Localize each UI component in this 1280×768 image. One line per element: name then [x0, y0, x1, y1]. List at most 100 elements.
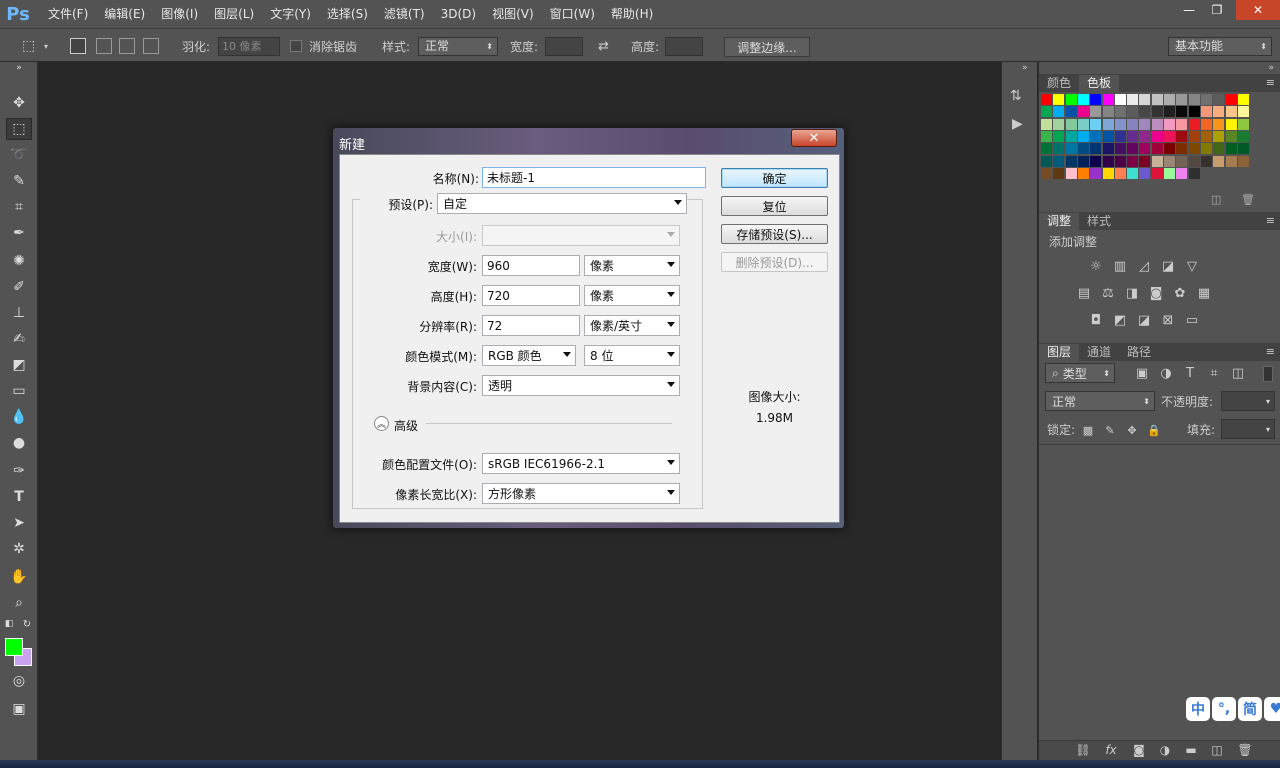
gradient-map-icon[interactable]: ▭ [1183, 312, 1201, 328]
color-swatch[interactable] [1102, 155, 1114, 167]
color-swatch[interactable] [1065, 130, 1077, 142]
path-select-tool-icon[interactable]: ➤ [6, 512, 32, 534]
color-swatch[interactable] [1213, 130, 1225, 142]
color-swatch[interactable] [1200, 106, 1212, 118]
color-swatch[interactable] [1139, 118, 1151, 130]
color-swatch[interactable] [1151, 118, 1163, 130]
color-swatch[interactable] [1213, 94, 1225, 105]
color-swatch[interactable] [1151, 155, 1163, 167]
color-swatch[interactable] [1114, 106, 1126, 118]
color-swatch[interactable] [1213, 143, 1225, 155]
tab-swatches[interactable]: 色板 [1079, 75, 1120, 92]
color-swatch[interactable] [1188, 106, 1200, 118]
lock-all-icon[interactable]: 🔒 [1145, 422, 1163, 438]
color-swatch[interactable] [1041, 118, 1052, 130]
color-swatch[interactable] [1176, 94, 1188, 105]
menu-item-select[interactable]: 选择(S) [319, 0, 376, 28]
color-swatch[interactable] [1127, 118, 1139, 130]
menu-item-window[interactable]: 窗口(W) [542, 0, 603, 28]
color-swatch[interactable] [1164, 106, 1175, 118]
color-swatch[interactable] [1041, 143, 1052, 155]
color-swatch[interactable] [1041, 130, 1052, 142]
toolbar-collapse-icon[interactable]: » [6, 62, 32, 74]
fill-input[interactable]: ▾ [1221, 419, 1275, 439]
delete-swatch-icon[interactable]: 🗑 [1241, 193, 1255, 206]
foreground-color-swatch[interactable] [5, 638, 23, 656]
color-swatch[interactable] [1077, 118, 1089, 130]
color-swatch[interactable] [1114, 143, 1126, 155]
color-swatch[interactable] [1188, 130, 1200, 142]
dialog-close-button[interactable]: ✕ [791, 129, 837, 147]
color-swatch[interactable] [1053, 106, 1065, 118]
color-swatch[interactable] [1213, 155, 1225, 167]
color-swatch[interactable] [1200, 155, 1212, 167]
color-swatch[interactable] [1114, 155, 1126, 167]
zoom-tool-icon[interactable]: ⌕ [6, 592, 32, 614]
color-swatch[interactable] [1090, 106, 1102, 118]
quick-mask-icon[interactable]: ◎ [6, 670, 32, 692]
color-swatch[interactable] [1176, 167, 1188, 179]
channel-mixer-icon[interactable]: ✿ [1171, 285, 1189, 301]
exposure-icon[interactable]: ◪ [1159, 258, 1177, 274]
menu-item-image[interactable]: 图像(I) [153, 0, 206, 28]
color-swatch[interactable] [1102, 94, 1114, 105]
height-input[interactable]: 720 [482, 285, 580, 306]
history-brush-tool-icon[interactable]: ✍ [6, 328, 32, 350]
color-swatch[interactable] [1188, 118, 1200, 130]
color-swatch[interactable] [1053, 155, 1065, 167]
color-swatch[interactable] [1114, 167, 1126, 179]
invert-icon[interactable]: ◘ [1087, 312, 1105, 328]
color-swatch[interactable] [1200, 94, 1212, 105]
color-swatch[interactable] [1114, 130, 1126, 142]
hue-saturation-icon[interactable]: ▤ [1075, 285, 1093, 301]
color-swatch[interactable] [1077, 167, 1089, 179]
color-swatch[interactable] [1041, 94, 1052, 105]
ime-skin-button[interactable]: ♥ [1264, 697, 1280, 721]
color-swatch[interactable] [1188, 143, 1200, 155]
height-unit-select[interactable]: 像素 [584, 285, 680, 306]
color-swatch[interactable] [1164, 167, 1175, 179]
color-swatch[interactable] [1077, 106, 1089, 118]
clone-stamp-tool-icon[interactable]: ⊥ [6, 302, 32, 324]
filter-pixel-icon[interactable]: ▣ [1133, 365, 1151, 381]
color-swatch[interactable] [1188, 167, 1200, 179]
healing-brush-tool-icon[interactable]: ✺ [6, 250, 32, 272]
minimize-button[interactable]: — [1174, 0, 1204, 20]
color-swatch[interactable] [1090, 94, 1102, 105]
swap-colors-icon[interactable]: ↻ [20, 618, 34, 630]
color-swatch[interactable] [1188, 94, 1200, 105]
default-colors-icon[interactable]: ◧ [2, 618, 16, 630]
color-swatch[interactable] [1225, 106, 1237, 118]
color-mode-select[interactable]: RGB 颜色 [482, 345, 576, 366]
color-swatch[interactable] [1102, 118, 1114, 130]
menu-item-filter[interactable]: 滤镜(T) [376, 0, 433, 28]
color-swatch[interactable] [1053, 118, 1065, 130]
preset-select[interactable]: 自定 [437, 193, 687, 214]
height-input[interactable] [665, 37, 703, 56]
color-swatch[interactable] [1102, 130, 1114, 142]
color-balance-icon[interactable]: ⚖ [1099, 285, 1117, 301]
color-swatch[interactable] [1237, 130, 1249, 142]
add-mask-icon[interactable]: ◙ [1129, 740, 1149, 760]
shape-tool-icon[interactable]: ✲ [6, 538, 32, 560]
color-swatch[interactable] [1127, 130, 1139, 142]
color-swatch[interactable] [1053, 143, 1065, 155]
color-swatch[interactable] [1127, 94, 1139, 105]
color-swatch[interactable] [1127, 155, 1139, 167]
color-swatch[interactable] [1237, 143, 1249, 155]
actions-panel-icon[interactable]: ▶ [1012, 116, 1023, 132]
preset-dropdown-icon[interactable]: ▾ [44, 29, 48, 63]
blend-mode-select[interactable]: 正常 ⬍ [1045, 391, 1155, 411]
color-swatch[interactable] [1065, 106, 1077, 118]
color-swatch[interactable] [1065, 155, 1077, 167]
brush-tool-icon[interactable]: ✐ [6, 276, 32, 298]
color-swatch[interactable] [1176, 106, 1188, 118]
subtract-selection-icon[interactable] [119, 38, 135, 54]
menu-item-view[interactable]: 视图(V) [484, 0, 542, 28]
add-selection-icon[interactable] [96, 38, 112, 54]
gradient-tool-icon[interactable]: ▭ [6, 380, 32, 402]
color-swatch[interactable] [1077, 130, 1089, 142]
color-swatch[interactable] [1151, 94, 1163, 105]
menu-item-3d[interactable]: 3D(D) [433, 0, 484, 28]
tab-color[interactable]: 颜色 [1039, 75, 1079, 92]
